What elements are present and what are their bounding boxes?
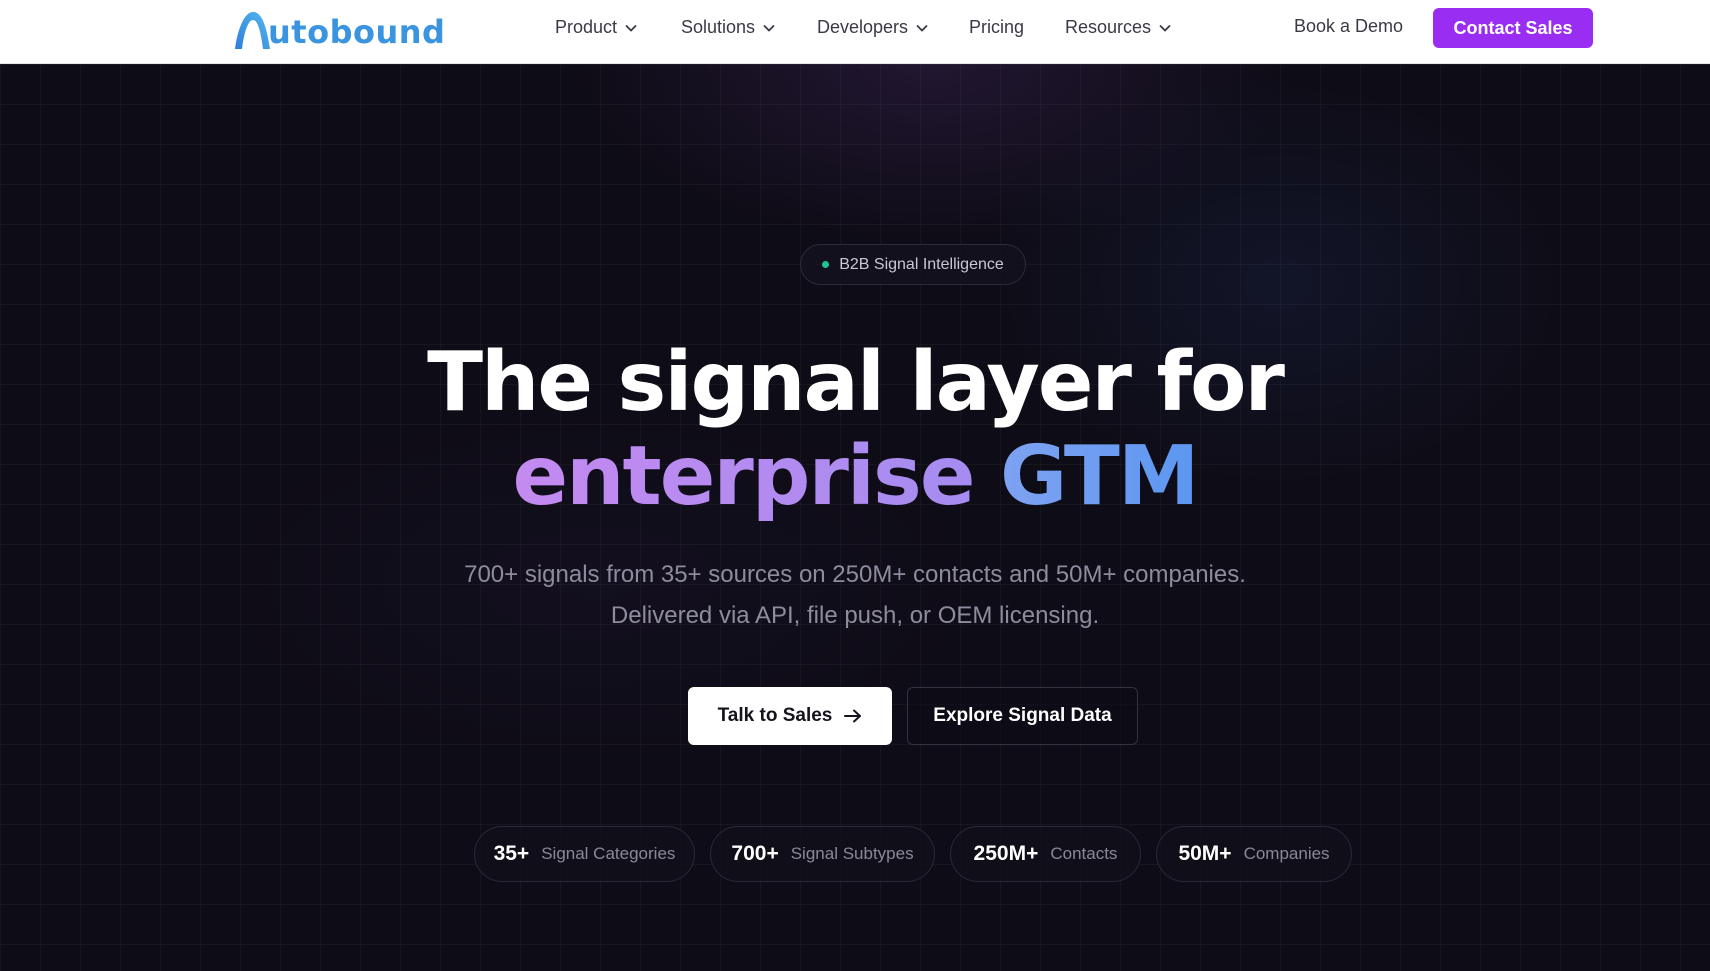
- contact-sales-button[interactable]: Contact Sales: [1433, 8, 1593, 48]
- hero-subtitle-line1: 700+ signals from 35+ sources on 250M+ c…: [464, 561, 1246, 588]
- nav-item-label: Product: [555, 17, 618, 37]
- stat-pill-contacts: 250M+ Contacts: [950, 826, 1141, 882]
- stat-pill-signal-subtypes: 700+ Signal Subtypes: [710, 826, 935, 882]
- stat-value: 35+: [493, 842, 530, 865]
- stat-label: Companies: [1243, 844, 1330, 863]
- stat-label: Signal Subtypes: [790, 844, 914, 863]
- nav-item-label: Solutions: [681, 17, 756, 37]
- chevron-down-icon: [763, 24, 775, 32]
- hero-section: B2B Signal Intelligence The signal layer…: [0, 64, 1710, 971]
- talk-to-sales-label: Talk to Sales: [717, 705, 833, 726]
- nav-item-resources[interactable]: Resources: [1065, 17, 1171, 38]
- talk-to-sales-button[interactable]: Talk to Sales: [688, 687, 892, 745]
- nav-item-label: Resources: [1065, 17, 1152, 37]
- nav-item-product[interactable]: Product: [555, 17, 637, 38]
- chevron-down-icon: [916, 24, 928, 32]
- headline-word-enterprise: enterprise: [512, 429, 976, 524]
- autobound-logo[interactable]: utobound: [232, 8, 445, 52]
- top-nav: utobound Product Solutions Developers Pr…: [0, 0, 1710, 64]
- stat-value: 700+: [731, 842, 779, 865]
- status-dot-icon: [822, 261, 830, 268]
- chevron-down-icon: [1159, 24, 1171, 32]
- chevron-down-icon: [625, 24, 637, 32]
- hero-subtitle-line2: Delivered via API, file push, or OEM lic…: [610, 602, 1100, 629]
- nav-item-developers[interactable]: Developers: [817, 17, 928, 38]
- headline-word-gtm: GTM: [1000, 429, 1199, 524]
- nav-item-label: Developers: [817, 17, 909, 37]
- nav-item-solutions[interactable]: Solutions: [681, 17, 775, 38]
- stat-value: 250M+: [973, 842, 1039, 865]
- stat-value: 50M+: [1178, 842, 1232, 865]
- category-badge: B2B Signal Intelligence: [800, 244, 1026, 285]
- book-demo-link[interactable]: Book a Demo: [1294, 16, 1403, 37]
- arrow-right-icon: [844, 709, 862, 723]
- stat-pill-companies: 50M+ Companies: [1156, 826, 1352, 882]
- hero-headline-line1: The signal layer for: [427, 335, 1285, 430]
- badge-label: B2B Signal Intelligence: [839, 255, 1004, 273]
- explore-signal-data-button[interactable]: Explore Signal Data: [907, 687, 1138, 745]
- nav-item-label: Pricing: [969, 17, 1025, 37]
- stat-pill-signal-categories: 35+ Signal Categories: [474, 826, 695, 882]
- nav-item-pricing[interactable]: Pricing: [969, 17, 1024, 38]
- hero-headline-line2: enterprise GTM: [0, 436, 1710, 518]
- stat-label: Signal Categories: [541, 844, 676, 863]
- stat-label: Contacts: [1050, 844, 1118, 863]
- logo-text: utobound: [268, 13, 446, 51]
